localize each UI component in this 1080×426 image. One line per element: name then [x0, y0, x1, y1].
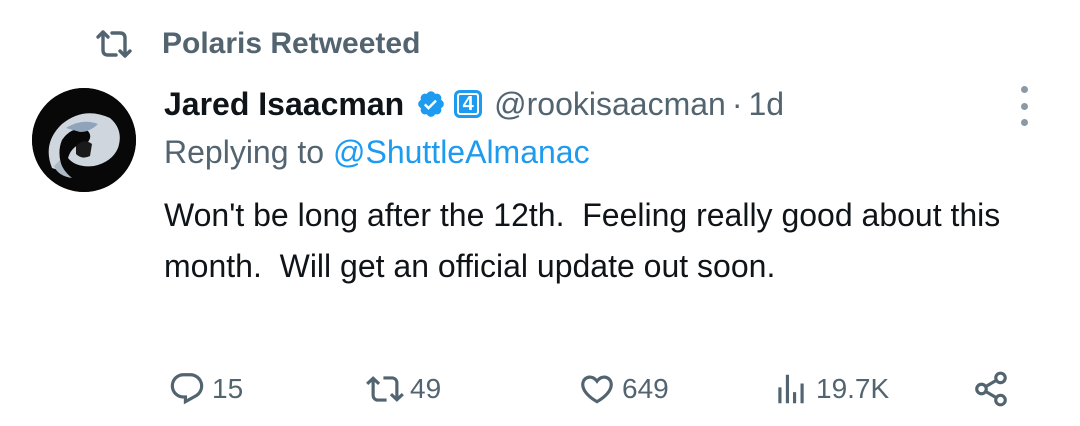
dot [1020, 86, 1028, 93]
replying-to: Replying to @ShuttleAlmanac [164, 134, 590, 171]
retweet-button[interactable]: 49 [366, 364, 441, 414]
dot [1020, 119, 1028, 126]
retweet-icon [366, 376, 404, 402]
affiliate-badge[interactable]: 4 [454, 90, 483, 118]
like-count: 649 [622, 373, 669, 404]
social-context[interactable]: Polaris Retweeted [92, 24, 420, 64]
tweet-header: Jared Isaacman 4 @rookisaacman · 1d [164, 82, 784, 126]
author-handle[interactable]: @rookisaacman [494, 86, 726, 123]
retweet-icon [96, 30, 132, 58]
reply-icon [170, 373, 204, 405]
views-button[interactable]: 19.7K [772, 364, 889, 414]
retweet-count: 49 [410, 373, 442, 404]
tweet-timestamp[interactable]: 1d [749, 86, 785, 123]
share-button[interactable] [972, 364, 1010, 414]
reply-mention-link[interactable]: @ShuttleAlmanac [333, 134, 590, 170]
reply-count: 15 [212, 373, 244, 404]
tweet-text: Won't be long after the 12th. Feeling re… [164, 197, 1010, 284]
retweeted-by-label[interactable]: Polaris Retweeted [162, 27, 420, 61]
dot [1020, 102, 1028, 110]
verified-badge-icon[interactable] [416, 89, 446, 119]
avatar-image [32, 88, 136, 192]
share-icon [975, 371, 1007, 407]
author-name[interactable]: Jared Isaacman [164, 86, 404, 123]
reply-button[interactable]: 15 [168, 364, 243, 414]
separator-dot: · [731, 85, 743, 122]
heart-icon [581, 375, 613, 404]
replying-prefix: Replying to [164, 134, 325, 170]
like-button[interactable]: 649 [578, 364, 669, 414]
view-count: 19.7K [816, 373, 890, 404]
avatar[interactable] [32, 88, 136, 192]
analytics-icon [778, 374, 804, 404]
more-options-icon[interactable] [1014, 86, 1034, 126]
